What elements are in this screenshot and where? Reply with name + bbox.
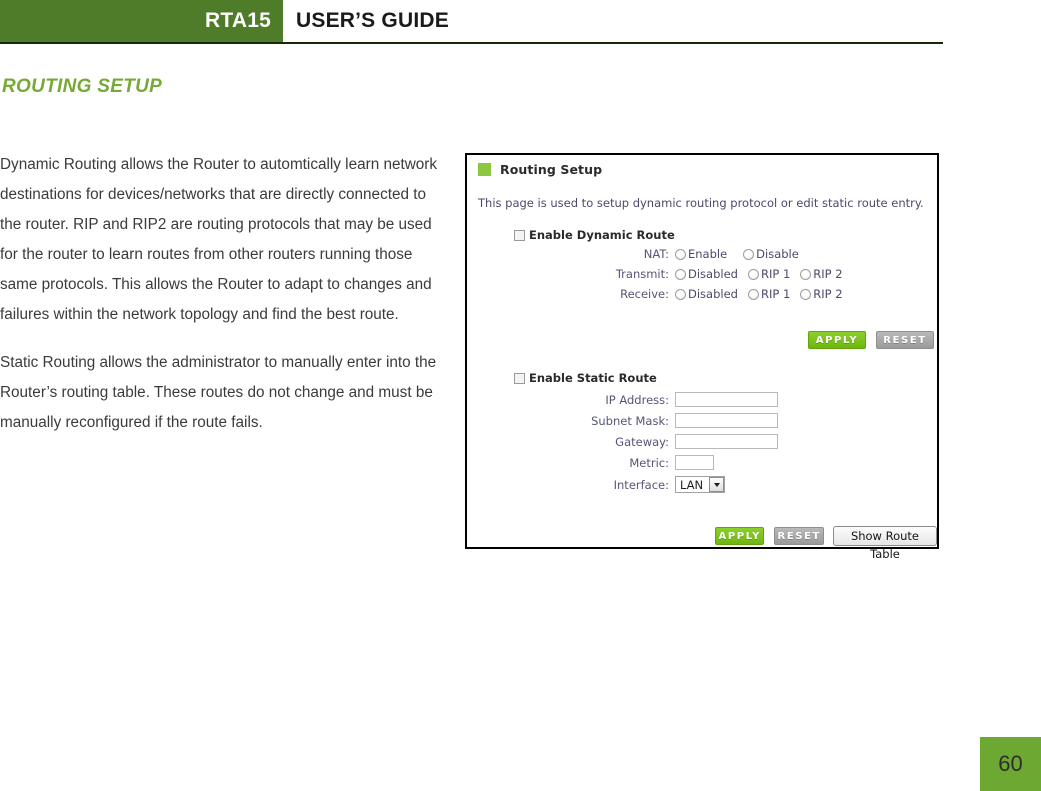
panel-description: This page is used to setup dynamic routi… <box>478 196 924 210</box>
header-model-name: RTA15 <box>205 9 271 32</box>
gateway-row: Gateway: <box>515 434 778 449</box>
receive-row: Receive: Disabled RIP 1 RIP 2 <box>515 287 843 301</box>
enable-dynamic-route-row[interactable]: Enable Dynamic Route <box>514 228 675 242</box>
metric-row: Metric: <box>515 455 714 470</box>
nat-disable-radio[interactable]: Disable <box>743 247 799 261</box>
nat-row: NAT: Enable Disable <box>515 247 799 261</box>
nat-label: NAT: <box>643 247 669 261</box>
nat-enable-radio[interactable]: Enable <box>675 247 727 261</box>
panel-title: Routing Setup <box>500 162 603 177</box>
paragraph-dynamic-routing: Dynamic Routing allows the Router to aut… <box>0 156 438 323</box>
transmit-rip2-radio[interactable]: RIP 2 <box>800 267 843 281</box>
green-square-icon <box>478 163 491 176</box>
nat-enable-label: Enable <box>688 247 728 261</box>
radio-icon[interactable] <box>747 288 759 300</box>
interface-label: Interface: <box>613 477 669 492</box>
static-reset-button[interactable]: RESET <box>774 527 824 545</box>
receive-disabled-radio[interactable]: Disabled <box>675 287 738 301</box>
subnet-mask-label: Subnet Mask: <box>591 413 669 428</box>
gateway-input[interactable] <box>675 434 778 449</box>
enable-static-route-row[interactable]: Enable Static Route <box>514 371 657 385</box>
receive-rip1-label: RIP 1 <box>760 287 791 301</box>
header-guide-title: USER’S GUIDE <box>296 9 449 32</box>
enable-static-route-checkbox[interactable] <box>514 372 525 384</box>
subnet-mask-row: Subnet Mask: <box>515 413 778 428</box>
metric-label: Metric: <box>629 455 669 470</box>
enable-static-route-label: Enable Static Route <box>529 371 657 385</box>
show-route-table-button[interactable]: Show Route Table <box>832 526 937 561</box>
panel-title-row: Routing Setup <box>478 162 602 177</box>
receive-radio-group[interactable]: Disabled RIP 1 RIP 2 <box>675 287 843 301</box>
radio-icon[interactable] <box>747 268 759 280</box>
page-number-badge: 60 <box>980 737 1041 791</box>
dynamic-buttons-row: APPLY RESET <box>808 331 934 349</box>
paragraph-static-routing: Static Routing allows the administrator … <box>0 354 437 431</box>
gateway-label: Gateway: <box>615 434 669 449</box>
interface-select-value: LAN <box>680 477 704 492</box>
enable-dynamic-route-label: Enable Dynamic Route <box>529 228 675 242</box>
body-copy: Dynamic Routing allows the Router to aut… <box>0 150 444 456</box>
transmit-rip2-label: RIP 2 <box>813 267 843 281</box>
radio-icon[interactable] <box>743 248 755 260</box>
nat-radio-group[interactable]: Enable Disable <box>675 247 799 261</box>
receive-label: Receive: <box>620 287 669 301</box>
radio-icon[interactable] <box>675 248 686 260</box>
interface-row: Interface: LAN <box>515 476 726 493</box>
receive-rip2-label: RIP 2 <box>813 287 843 301</box>
receive-rip2-radio[interactable]: RIP 2 <box>800 287 843 301</box>
transmit-row: Transmit: Disabled RIP 1 RIP 2 <box>515 267 843 281</box>
router-config-screenshot: Routing Setup This page is used to setup… <box>465 153 939 561</box>
metric-input[interactable] <box>675 455 714 470</box>
chevron-down-icon[interactable] <box>709 477 725 492</box>
subnet-mask-input[interactable] <box>675 413 778 428</box>
page-title: ROUTING SETUP <box>2 76 163 97</box>
ip-address-label: IP Address: <box>605 392 669 407</box>
interface-select[interactable]: LAN <box>675 476 726 493</box>
transmit-radio-group[interactable]: Disabled RIP 1 RIP 2 <box>675 267 843 281</box>
enable-dynamic-route-checkbox[interactable] <box>514 229 525 241</box>
header-divider-rule <box>0 42 943 44</box>
radio-icon[interactable] <box>675 288 686 300</box>
ip-address-row: IP Address: <box>515 392 778 407</box>
ip-address-input[interactable] <box>675 392 778 407</box>
transmit-disabled-label: Disabled <box>688 267 738 281</box>
static-buttons-row: APPLY RESET Show Route Table <box>715 526 937 561</box>
dynamic-apply-button[interactable]: APPLY <box>808 331 866 349</box>
transmit-rip1-label: RIP 1 <box>760 267 791 281</box>
dynamic-reset-button[interactable]: RESET <box>876 331 934 349</box>
page-header: RTA15 USER’S GUIDE <box>0 0 943 44</box>
receive-disabled-label: Disabled <box>688 287 738 301</box>
receive-rip1-radio[interactable]: RIP 1 <box>747 287 791 301</box>
radio-icon[interactable] <box>800 268 812 280</box>
transmit-disabled-radio[interactable]: Disabled <box>675 267 738 281</box>
radio-icon[interactable] <box>675 268 686 280</box>
transmit-label: Transmit: <box>615 267 669 281</box>
static-apply-button[interactable]: APPLY <box>715 527 765 545</box>
nat-disable-label: Disable <box>756 247 799 261</box>
transmit-rip1-radio[interactable]: RIP 1 <box>747 267 791 281</box>
radio-icon[interactable] <box>800 288 812 300</box>
